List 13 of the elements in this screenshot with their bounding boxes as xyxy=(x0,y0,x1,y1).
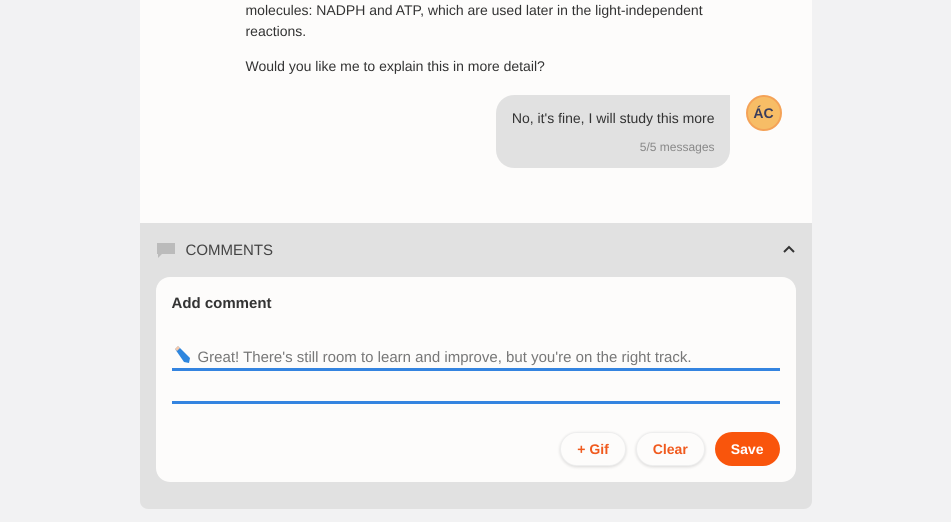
comment-icon xyxy=(156,241,176,259)
comments-title: COMMENTS xyxy=(186,242,274,258)
comment-button[interactable]: Clear xyxy=(636,432,705,466)
message-counter: 5/5 messages xyxy=(640,140,714,154)
comment-field[interactable]: Great! There's still room to learn and improve, but you're on the right track. xyxy=(192,345,780,368)
message-paragraph: molecules: NADPH and ATP, which are used later in the light-independent reactions. xyxy=(246,1,704,41)
comment-button[interactable]: Save xyxy=(714,432,780,466)
form-title: Add comment xyxy=(172,295,273,312)
user-avatar: ÁC xyxy=(746,95,782,131)
comment-button[interactable]: + Gif xyxy=(560,432,626,466)
message-text: No, it's fine, I will study this more xyxy=(512,110,714,126)
message-paragraph: Would you like me to explain this in more detail? xyxy=(246,57,546,76)
collapse-icon[interactable] xyxy=(782,245,796,254)
